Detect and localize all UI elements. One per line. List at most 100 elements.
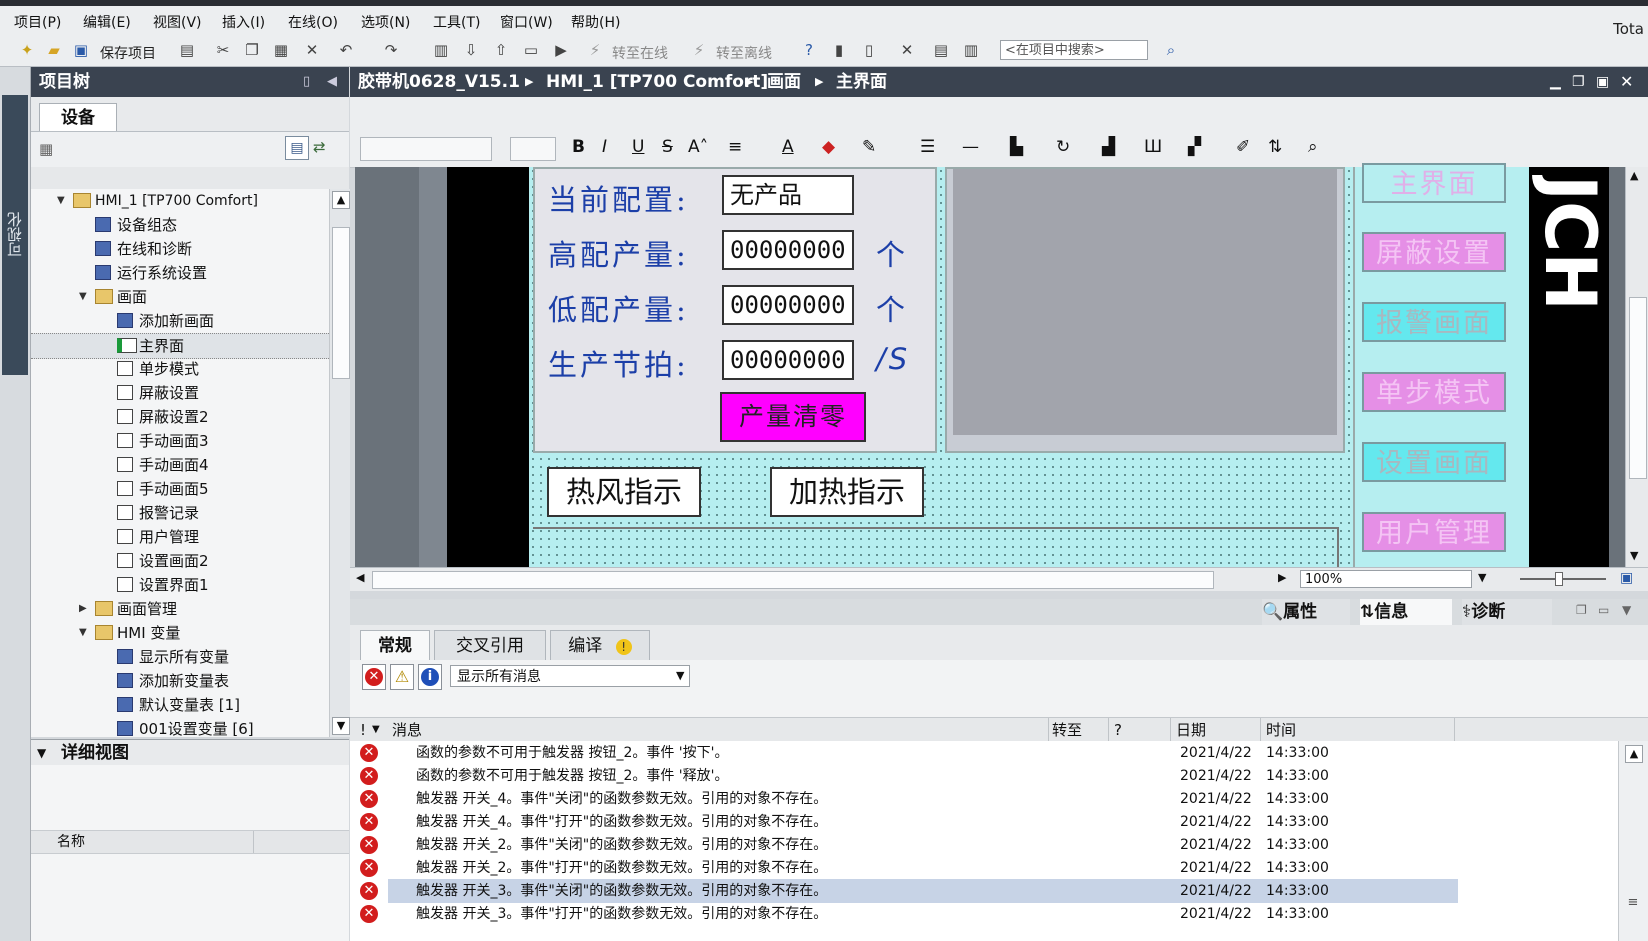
menu-help[interactable]: 帮助(H) (571, 12, 620, 32)
canvas-vertical-scrollbar[interactable]: ▲ ▼ (1625, 167, 1648, 567)
menu-options[interactable]: 选项(N) (361, 12, 410, 32)
vertical-tab-visualization[interactable]: 可视化 (2, 95, 28, 375)
save-project-button[interactable]: 保存项目 (100, 43, 156, 63)
undo-icon[interactable]: ↶ (337, 41, 355, 59)
collapse-left-icon[interactable]: ◀ (327, 67, 337, 97)
expand-down-icon[interactable]: ▼ (79, 285, 87, 309)
tree-item[interactable]: 设置画面2 (31, 549, 329, 573)
pin-icon[interactable]: ▯ (303, 67, 310, 97)
chevron-down-icon[interactable]: ▼ (37, 740, 46, 766)
tree-item[interactable]: 手动画面3 (31, 429, 329, 453)
message-list-scrollbar[interactable]: ▲ ≡ (1618, 741, 1648, 941)
scroll-thumb[interactable] (332, 227, 350, 379)
heating-indicator-button[interactable]: 加热指示 (770, 467, 924, 517)
layers-icon[interactable]: ⇅ (1268, 137, 1282, 157)
simulate-icon[interactable]: ▭ (522, 41, 540, 59)
restore-icon[interactable]: ❐ (1572, 67, 1585, 97)
scroll-right-icon[interactable]: ▶ (1278, 571, 1286, 584)
go-offline-icon[interactable]: ⚡ (690, 41, 708, 59)
project-search-input[interactable]: <在项目中搜索> (1000, 40, 1148, 60)
menu-project[interactable]: 项目(P) (14, 12, 61, 32)
spacing-icon[interactable]: Ш (1144, 137, 1162, 157)
menu-online[interactable]: 在线(O) (288, 12, 338, 32)
subtab-compile[interactable]: 编译 ! (550, 630, 650, 660)
go-online-button[interactable]: 转至在线 (612, 43, 668, 63)
menu-view[interactable]: 视图(V) (153, 12, 202, 32)
zoom-select[interactable]: 100% (1300, 570, 1472, 588)
config-value-field[interactable]: 无产品 (722, 175, 854, 215)
close-icon[interactable]: ✕ (1620, 67, 1633, 97)
save-icon[interactable]: ▣ (72, 41, 90, 59)
low-output-field[interactable]: 00000000 (722, 285, 854, 325)
italic-icon[interactable]: I (602, 137, 607, 157)
tree-item[interactable]: 屏蔽设置 (31, 381, 329, 405)
hot-air-indicator-button[interactable]: 热风指示 (547, 467, 701, 517)
tree-item[interactable]: 显示所有变量 (31, 645, 329, 669)
tree-item[interactable]: 设备组态 (31, 213, 329, 237)
maximize-icon[interactable]: ▣ (1596, 67, 1609, 97)
maximize-panel-icon[interactable]: ▭ (1598, 603, 1609, 617)
filter-warnings-toggle[interactable]: ⚠ (390, 664, 414, 690)
column-time[interactable]: 时间 (1266, 718, 1296, 742)
tab-properties[interactable]: 🔍属性 (1262, 599, 1350, 625)
tree-item[interactable]: 001设置变量 [6] (31, 717, 329, 737)
menu-tools[interactable]: 工具(T) (433, 12, 480, 32)
tree-item[interactable]: 用户管理 (31, 525, 329, 549)
message-row[interactable]: ✕ 触发器 开关_2。事件"打开"的函数参数无效。引用的对象不存在。 2021/4/… (350, 856, 1618, 880)
tree-item[interactable]: 单步模式 (31, 357, 329, 381)
font-size-select[interactable] (510, 137, 556, 161)
print-icon[interactable]: ▤ (178, 41, 196, 59)
bold-icon[interactable]: B (572, 137, 585, 157)
nav-main-screen-button[interactable]: 主界面 (1362, 163, 1506, 203)
new-project-icon[interactable]: ✦ (18, 41, 36, 59)
tree-item[interactable]: 主界面 (31, 333, 329, 359)
tree-item[interactable]: 报警记录 (31, 501, 329, 525)
collapse-panel-icon[interactable]: ▼ (1622, 603, 1631, 617)
tree-item[interactable]: 添加新变量表 (31, 669, 329, 693)
compile-icon[interactable]: ▥ (432, 41, 450, 59)
font-color-icon[interactable]: A (782, 137, 794, 157)
message-row[interactable]: ✕ 触发器 开关_4。事件"打开"的函数参数无效。引用的对象不存在。 2021/4/… (350, 810, 1618, 834)
scroll-down-icon[interactable]: ▼ (1630, 549, 1638, 562)
tab-devices[interactable]: 设备 (39, 103, 117, 132)
rotate-icon[interactable]: ↻ (1056, 137, 1070, 157)
paste-icon[interactable]: ▦ (272, 41, 290, 59)
canvas-vscroll-thumb[interactable] (1629, 297, 1647, 479)
tree-item[interactable]: 在线和诊断 (31, 237, 329, 261)
nav-mask-settings-button[interactable]: 屏蔽设置 (1362, 232, 1506, 272)
tab-info[interactable]: ⇅信息 (1360, 599, 1452, 625)
scroll-down-icon[interactable]: ▼ (332, 717, 350, 735)
overview-icon[interactable]: ▤ (285, 136, 309, 160)
column-name-header[interactable]: 名称 (57, 831, 85, 853)
message-row[interactable]: ✕ 触发器 开关_4。事件"关闭"的函数参数无效。引用的对象不存在。 2021/4/… (350, 787, 1618, 811)
fit-zoom-icon[interactable]: ▣ (1620, 570, 1633, 586)
message-row[interactable]: ✕ 触发器 开关_3。事件"关闭"的函数参数无效。引用的对象不存在。 2021/4/… (350, 879, 1618, 903)
filter-errors-toggle[interactable]: ✕ (362, 664, 386, 690)
zoom-slider-handle[interactable] (1555, 572, 1563, 586)
go-offline-button[interactable]: 转至离线 (716, 43, 772, 63)
column-date[interactable]: 日期 (1176, 718, 1206, 742)
expand-down-icon[interactable]: ▼ (79, 621, 87, 645)
message-filter-select[interactable]: 显示所有消息 (450, 665, 690, 687)
start-cpu-icon[interactable]: ▮ (830, 41, 848, 59)
tree-item[interactable]: ▶ 画面管理 (31, 597, 329, 621)
expand-right-icon[interactable]: ▶ (79, 597, 87, 621)
line-style-icon[interactable]: ☰ (920, 137, 935, 157)
column-help[interactable]: ? (1114, 718, 1122, 742)
subtab-cross-reference[interactable]: 交叉引用 (434, 630, 546, 660)
upload-icon[interactable]: ⇧ (492, 41, 510, 59)
tree-item[interactable]: 手动画面4 (31, 453, 329, 477)
tree-item[interactable]: 添加新画面 (31, 309, 329, 333)
nav-alarm-screen-button[interactable]: 报警画面 (1362, 302, 1506, 342)
subtab-general[interactable]: 常规 (360, 630, 430, 660)
delete-icon[interactable]: ✕ (303, 41, 321, 59)
accessible-devices-icon[interactable]: ? (800, 41, 818, 59)
message-row[interactable]: ✕ 触发器 开关_3。事件"打开"的函数参数无效。引用的对象不存在。 2021/4/… (350, 902, 1618, 926)
column-severity[interactable]: ! (360, 718, 366, 742)
tree-item[interactable]: 屏蔽设置2 (31, 405, 329, 429)
fill-color-icon[interactable]: ◆ (822, 137, 835, 157)
download-icon[interactable]: ⇩ (462, 41, 480, 59)
canvas-hscroll-thumb[interactable] (372, 571, 1214, 589)
float-icon[interactable]: ❐ (1576, 603, 1587, 617)
refresh-tree-icon[interactable]: ⇄ (313, 138, 326, 156)
